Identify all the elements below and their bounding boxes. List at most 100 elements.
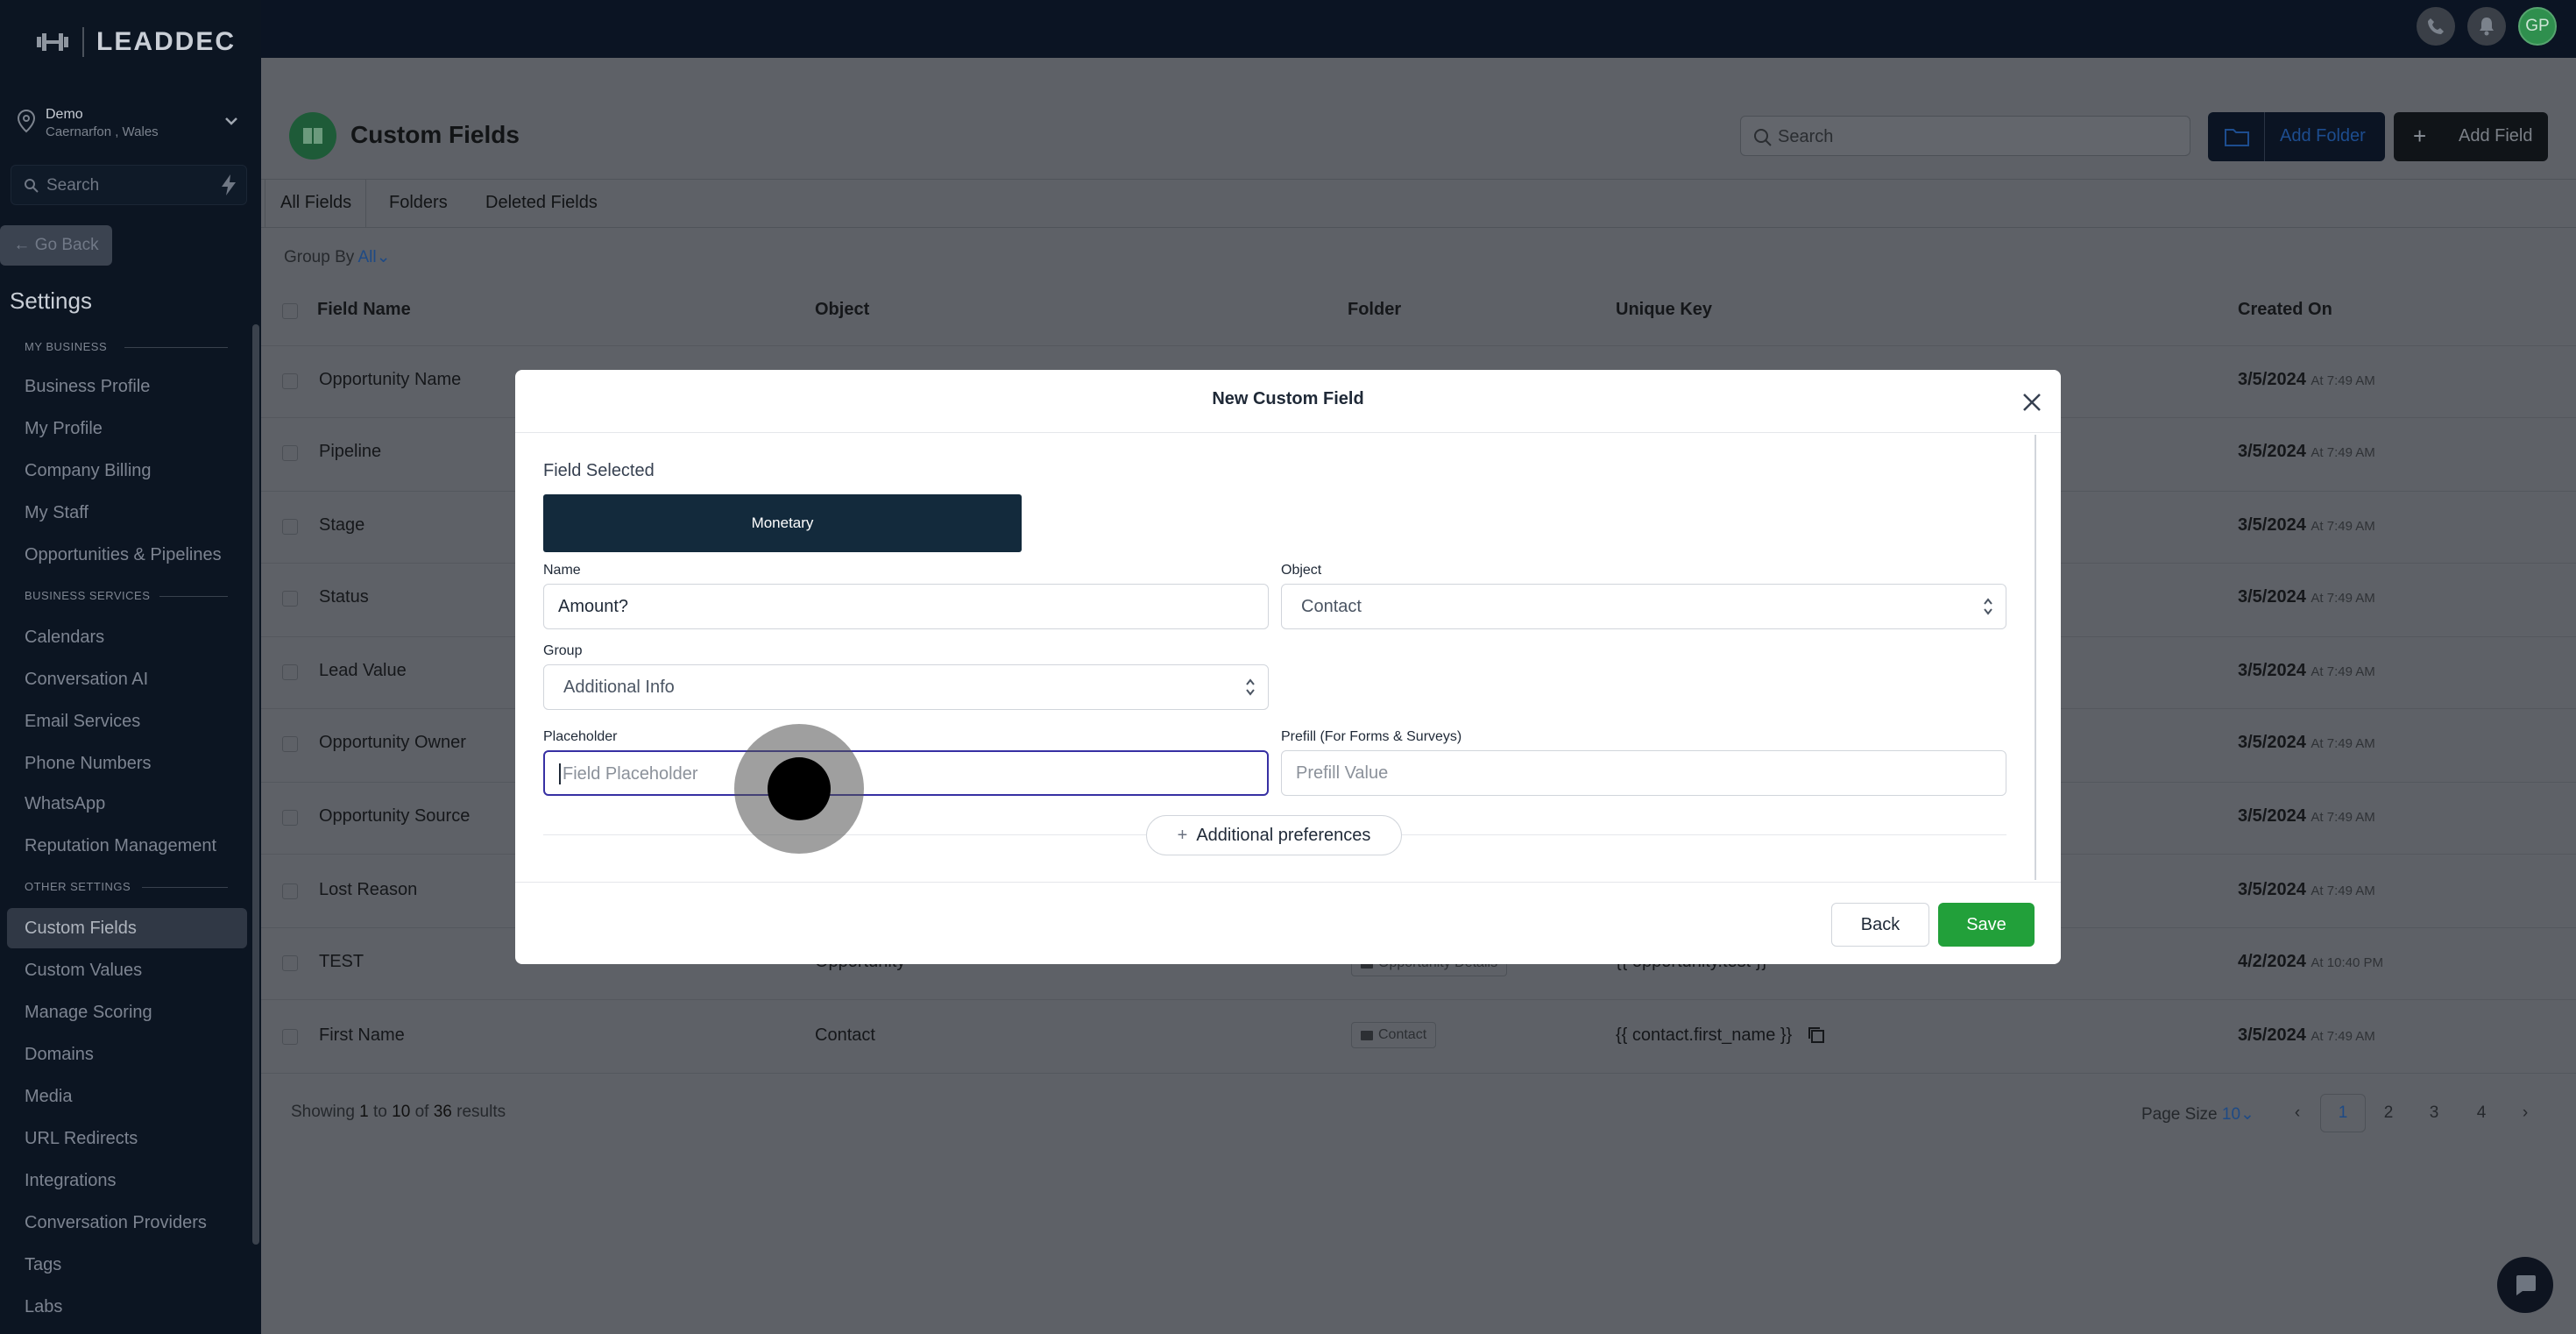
row-checkbox[interactable] — [282, 445, 298, 461]
row-field-name[interactable]: Lead Value — [319, 661, 407, 681]
row-checkbox[interactable] — [282, 664, 298, 680]
column-header-object[interactable]: Object — [815, 300, 869, 320]
pagination-page[interactable]: 4 — [2459, 1094, 2504, 1132]
showing-results-word: results — [456, 1103, 506, 1121]
sidebar-item-business-profile[interactable]: Business Profile — [25, 377, 150, 397]
fields-search-input[interactable]: Search — [1740, 116, 2190, 156]
sidebar-item-whatsapp[interactable]: WhatsApp — [25, 794, 105, 814]
modal-scrollbar[interactable] — [2035, 435, 2036, 880]
row-field-name[interactable]: TEST — [319, 952, 364, 972]
pagination-next-icon[interactable]: › — [2502, 1094, 2548, 1132]
placeholder-input[interactable]: Field Placeholder — [543, 750, 1269, 796]
sidebar-item-my-profile[interactable]: My Profile — [25, 419, 103, 439]
sidebar-item-manage-scoring[interactable]: Manage Scoring — [25, 1003, 152, 1023]
name-input[interactable]: Amount? — [543, 584, 1269, 629]
page-size-selector[interactable]: Page Size 10⌄ — [2141, 1104, 2254, 1125]
location-switcher[interactable]: Demo Caernarfon , Wales — [16, 103, 245, 145]
tab-all-fields[interactable]: All Fields — [280, 193, 351, 213]
lightning-icon[interactable] — [218, 173, 239, 197]
row-time: At 7:49 AM — [2311, 373, 2375, 388]
row-field-name[interactable]: Lost Reason — [319, 880, 417, 900]
chat-widget-button[interactable] — [2497, 1257, 2553, 1313]
row-checkbox[interactable] — [282, 736, 298, 752]
sidebar-search-placeholder: Search — [46, 176, 100, 195]
row-time: At 10:40 PM — [2311, 955, 2383, 970]
row-checkbox[interactable] — [282, 955, 298, 971]
group-select[interactable]: Additional Info — [543, 664, 1269, 710]
row-created-on: 3/5/2024 At 7:49 AM — [2238, 733, 2375, 753]
sidebar: LEADDEC Demo Caernarfon , Wales Search ←… — [0, 0, 261, 1334]
sidebar-item-tags[interactable]: Tags — [25, 1255, 61, 1275]
sidebar-item-opportunities[interactable]: Opportunities & Pipelines — [25, 545, 222, 565]
sidebar-item-media[interactable]: Media — [25, 1087, 72, 1107]
notifications-button[interactable] — [2467, 7, 2506, 46]
row-folder-chip[interactable]: Contact — [1351, 1022, 1437, 1048]
tab-deleted-fields[interactable]: Deleted Fields — [485, 193, 598, 213]
sidebar-item-url-redirects[interactable]: URL Redirects — [25, 1129, 138, 1149]
sidebar-item-company-billing[interactable]: Company Billing — [25, 461, 152, 481]
sidebar-item-conversation-ai[interactable]: Conversation AI — [25, 670, 148, 690]
sidebar-item-integrations[interactable]: Integrations — [25, 1171, 117, 1191]
sidebar-item-calendars[interactable]: Calendars — [25, 628, 104, 648]
add-folder-button[interactable]: Add Folder — [2208, 112, 2385, 161]
row-created-on: 3/5/2024 At 7:49 AM — [2238, 587, 2375, 607]
sidebar-item-custom-values[interactable]: Custom Values — [25, 961, 142, 981]
sidebar-item-custom-fields[interactable]: Custom Fields — [25, 919, 137, 939]
page-size-value[interactable]: 10 — [2222, 1105, 2240, 1124]
add-field-button[interactable]: + Add Field — [2394, 112, 2548, 161]
row-field-name[interactable]: Stage — [319, 515, 364, 536]
phone-button[interactable] — [2417, 7, 2455, 46]
row-date: 3/5/2024 — [2238, 442, 2306, 461]
close-icon[interactable] — [2019, 389, 2045, 415]
sidebar-item-my-staff[interactable]: My Staff — [25, 503, 88, 523]
column-header-created-on[interactable]: Created On — [2238, 300, 2332, 320]
sidebar-item-conversation-providers[interactable]: Conversation Providers — [25, 1213, 207, 1233]
row-field-name[interactable]: First Name — [319, 1025, 405, 1046]
row-field-name[interactable]: Opportunity Source — [319, 806, 470, 827]
row-checkbox[interactable] — [282, 373, 298, 389]
copy-icon[interactable] — [1807, 1025, 1826, 1045]
settings-title: Settings — [10, 287, 92, 314]
object-select[interactable]: Contact — [1281, 584, 2006, 629]
row-field-name[interactable]: Status — [319, 587, 369, 607]
column-header-unique-key[interactable]: Unique Key — [1616, 300, 1712, 320]
showing-from: 1 — [359, 1103, 369, 1121]
column-header-folder[interactable]: Folder — [1348, 300, 1401, 320]
sidebar-search[interactable]: Search — [11, 165, 247, 205]
row-field-name[interactable]: Opportunity Owner — [319, 733, 466, 753]
save-button[interactable]: Save — [1938, 903, 2035, 947]
pagination-page[interactable]: 2 — [2366, 1094, 2411, 1132]
group-by-value[interactable]: All — [358, 248, 377, 266]
pagination-page[interactable]: 3 — [2411, 1094, 2457, 1132]
prefill-input[interactable]: Prefill Value — [1281, 750, 2006, 796]
sidebar-item-reputation[interactable]: Reputation Management — [25, 836, 216, 856]
additional-preferences-button[interactable]: + Additional preferences — [1146, 815, 1402, 855]
row-checkbox[interactable] — [282, 591, 298, 607]
modal-header: New Custom Field — [515, 370, 2061, 433]
column-header-field-name[interactable]: Field Name — [317, 300, 411, 320]
row-checkbox[interactable] — [282, 519, 298, 535]
page-size-label: Page Size — [2141, 1105, 2218, 1124]
field-type-card-monetary[interactable]: Monetary — [543, 494, 1022, 552]
sidebar-item-domains[interactable]: Domains — [25, 1045, 94, 1065]
go-back-button[interactable]: ← Go Back — [0, 225, 112, 266]
row-checkbox[interactable] — [282, 883, 298, 899]
row-field-name[interactable]: Pipeline — [319, 442, 381, 462]
pagination-page[interactable]: 1 — [2320, 1094, 2366, 1132]
sidebar-item-labs[interactable]: Labs — [25, 1297, 62, 1317]
tab-bar — [261, 179, 2576, 228]
user-avatar[interactable]: GP — [2518, 7, 2557, 46]
tab-folders[interactable]: Folders — [389, 193, 448, 213]
row-field-name[interactable]: Opportunity Name — [319, 370, 461, 390]
app-logo[interactable]: LEADDEC — [35, 23, 236, 61]
pagination-prev-icon[interactable]: ‹ — [2275, 1094, 2320, 1132]
section-divider — [159, 596, 228, 597]
group-by-selector[interactable]: Group By All⌄ — [284, 247, 391, 267]
back-button[interactable]: Back — [1831, 903, 1929, 947]
sidebar-scrollbar[interactable] — [252, 324, 259, 1245]
sidebar-item-phone-numbers[interactable]: Phone Numbers — [25, 754, 152, 774]
select-all-checkbox[interactable] — [282, 303, 298, 319]
sidebar-item-email-services[interactable]: Email Services — [25, 712, 140, 732]
row-checkbox[interactable] — [282, 810, 298, 826]
row-checkbox[interactable] — [282, 1029, 298, 1045]
